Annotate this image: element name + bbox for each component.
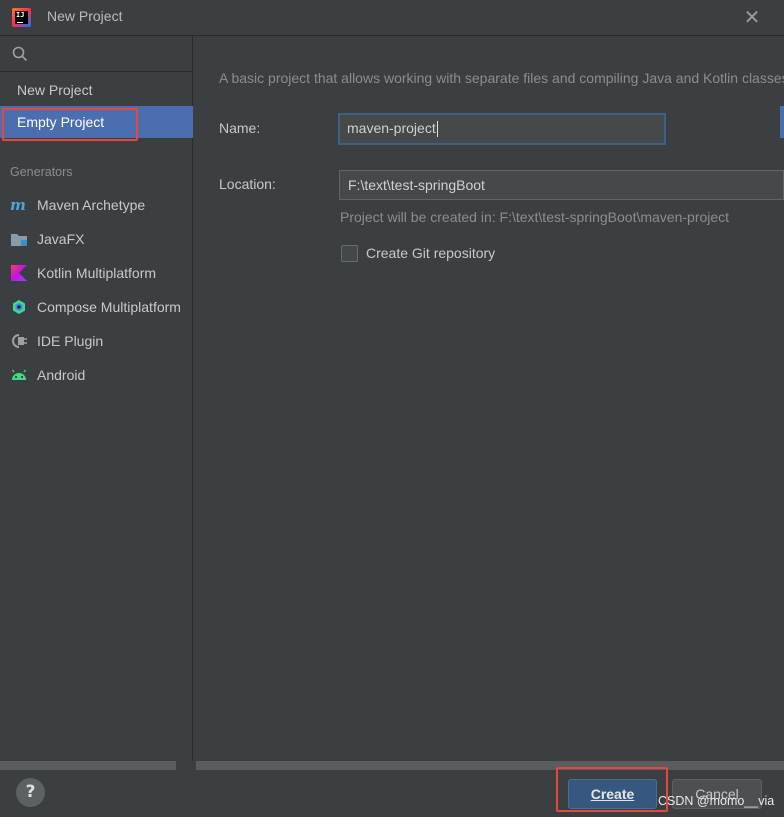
generators-heading: Generators — [10, 165, 73, 179]
sidebar-scrollbar[interactable] — [0, 761, 176, 770]
window-title: New Project — [47, 8, 123, 24]
name-input-value: maven-project — [347, 120, 436, 136]
sidebar-item-javafx[interactable]: JavaFX — [0, 224, 193, 254]
sidebar-item-kotlin-multiplatform[interactable]: Kotlin Multiplatform — [0, 258, 193, 288]
location-input-value: F:\text\test-springBoot — [348, 177, 485, 193]
sidebar-item-maven-archetype[interactable]: m Maven Archetype — [0, 190, 193, 220]
android-icon — [11, 369, 27, 380]
sidebar-item-ide-plugin[interactable]: IDE Plugin — [0, 326, 193, 356]
sidebar-item-label: Empty Project — [17, 114, 105, 130]
sidebar-item-empty-project[interactable]: Empty Project — [0, 106, 193, 138]
search-icon — [12, 46, 28, 62]
svg-text:m: m — [10, 197, 26, 213]
name-input[interactable]: maven-project — [338, 113, 666, 145]
git-repository-checkbox[interactable] — [341, 245, 358, 262]
generator-label: Android — [37, 367, 86, 383]
sidebar: New Project Empty Project Generators m M… — [0, 36, 193, 761]
sidebar-item-label: New Project — [17, 82, 93, 98]
title-bar: IJ New Project ✕ — [0, 0, 784, 36]
location-input[interactable]: F:\text\test-springBoot — [339, 170, 784, 200]
git-repository-label[interactable]: Create Git repository — [366, 245, 495, 261]
dialog-footer: ? Create Cancel CSDN @momo__via — [0, 770, 784, 817]
close-icon[interactable]: ✕ — [742, 6, 762, 28]
help-button[interactable]: ? — [16, 778, 45, 807]
project-description: A basic project that allows working with… — [219, 70, 784, 86]
main-scrollbar[interactable] — [196, 761, 784, 770]
sidebar-item-android[interactable]: Android — [0, 360, 193, 390]
folder-icon — [11, 234, 27, 246]
location-hint: Project will be created in: F:\text\test… — [340, 209, 730, 225]
create-button[interactable]: Create — [568, 779, 657, 809]
browse-button-edge[interactable] — [780, 106, 784, 138]
name-label: Name: — [219, 120, 261, 136]
intellij-logo-icon: IJ — [12, 8, 31, 27]
sidebar-item-compose-multiplatform[interactable]: Compose Multiplatform — [0, 292, 193, 322]
app-logo-text: IJ — [16, 11, 25, 19]
kotlin-icon — [11, 265, 27, 281]
location-label: Location: — [219, 176, 276, 192]
generator-label: Kotlin Multiplatform — [37, 265, 157, 281]
maven-icon: m — [10, 197, 26, 213]
generator-label: JavaFX — [37, 231, 85, 247]
generator-label: IDE Plugin — [37, 333, 104, 349]
compose-icon — [13, 300, 25, 314]
sidebar-item-new-project[interactable]: New Project — [0, 74, 193, 106]
watermark: CSDN @momo__via — [658, 794, 775, 808]
generator-label: Maven Archetype — [37, 197, 146, 213]
plugin-icon — [12, 334, 27, 348]
text-caret — [436, 121, 438, 138]
search-input[interactable] — [34, 42, 184, 66]
main-panel: A basic project that allows working with… — [194, 36, 784, 761]
search-box — [0, 36, 193, 72]
generator-label: Compose Multiplatform — [37, 299, 181, 315]
